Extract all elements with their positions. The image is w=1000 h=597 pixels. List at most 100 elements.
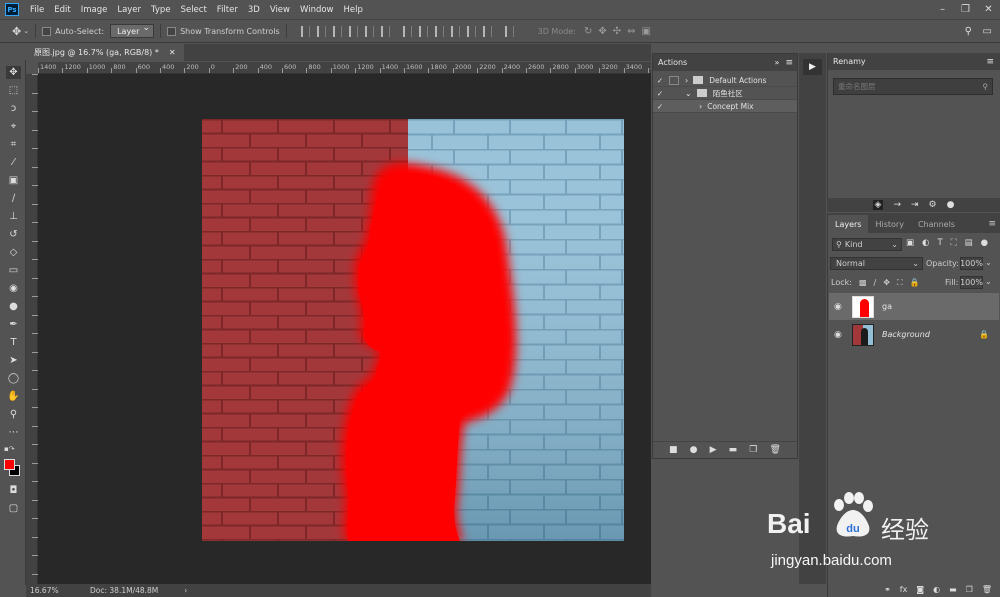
- expand-chevron-icon[interactable]: ›: [699, 102, 702, 111]
- gear-icon[interactable]: ⚙: [929, 200, 937, 210]
- rename-input[interactable]: 重命名图层 ⚲: [833, 78, 993, 95]
- visibility-eye-icon[interactable]: ◉: [834, 330, 848, 340]
- mask-icon[interactable]: ◙: [916, 585, 924, 594]
- search-icon[interactable]: ⚲: [965, 26, 972, 37]
- align-hcenter-icon[interactable]: [364, 25, 374, 37]
- link-icon[interactable]: ⚭: [884, 585, 891, 594]
- layer-name[interactable]: ga: [882, 302, 892, 311]
- new-action-icon[interactable]: ❐: [749, 445, 757, 455]
- foreground-color-swatch[interactable]: [4, 459, 15, 470]
- workspace-icon[interactable]: ▭: [983, 26, 992, 37]
- menu-edit[interactable]: Edit: [49, 5, 75, 15]
- menu-layer[interactable]: Layer: [112, 5, 146, 15]
- move-tool-icon[interactable]: ✥: [12, 25, 21, 38]
- swap-colors-icon[interactable]: ▪↷: [4, 442, 24, 455]
- lock-position-icon[interactable]: ✥: [883, 278, 890, 287]
- filter-kind-select[interactable]: ⚲ Kind ⌄: [832, 238, 902, 251]
- type-tool-button[interactable]: T: [6, 336, 21, 349]
- filter-toggle-icon[interactable]: ●: [981, 238, 988, 248]
- layer-row-background[interactable]: ◉ Background 🔒: [829, 321, 999, 348]
- minimize-button[interactable]: –: [931, 0, 954, 19]
- menu-file[interactable]: File: [25, 5, 49, 15]
- eraser-tool-button[interactable]: ◇: [6, 246, 21, 259]
- auto-select-checkbox[interactable]: [42, 26, 52, 36]
- canvas-area[interactable]: [38, 74, 651, 584]
- dialog-toggle-icon[interactable]: [669, 75, 679, 85]
- smart-object-filter-icon[interactable]: ▤: [965, 238, 973, 248]
- fx-icon[interactable]: fx: [900, 585, 908, 594]
- adjustment-filter-icon[interactable]: ◐: [922, 238, 929, 248]
- menu-view[interactable]: View: [265, 5, 295, 15]
- collapse-panel-icon[interactable]: »: [775, 58, 780, 67]
- tab-history[interactable]: History: [868, 215, 910, 233]
- trash-icon[interactable]: 🗑: [982, 585, 992, 594]
- align-vcenter-icon[interactable]: [316, 25, 326, 37]
- shape-tool-button[interactable]: ◯: [6, 372, 21, 385]
- tab-layers[interactable]: Layers: [828, 215, 869, 233]
- history-brush-tool-button[interactable]: ↺: [6, 228, 21, 241]
- close-tab-icon[interactable]: ✕: [169, 48, 176, 57]
- quick-mask-button[interactable]: ◘: [6, 484, 21, 497]
- align-bottom-icon[interactable]: [332, 25, 342, 37]
- menu-3d[interactable]: 3D: [243, 5, 265, 15]
- document-image[interactable]: [202, 119, 624, 541]
- export-icon[interactable]: ⇥: [911, 200, 919, 210]
- lock-artboard-icon[interactable]: ⛶: [897, 278, 903, 288]
- layer-row-ga[interactable]: ◉ ga: [829, 293, 999, 320]
- menu-select[interactable]: Select: [176, 5, 212, 15]
- status-arrow-icon[interactable]: ›: [184, 586, 187, 595]
- stamp-tool-button[interactable]: ⊥: [6, 210, 21, 223]
- tab-channels[interactable]: Channels: [911, 215, 962, 233]
- menu-image[interactable]: Image: [76, 5, 113, 15]
- restore-button[interactable]: ❐: [954, 0, 977, 19]
- panel-menu-icon[interactable]: ≡: [988, 215, 996, 233]
- more-tools-button[interactable]: ⋯: [6, 426, 21, 439]
- lock-all-icon[interactable]: 🔒: [910, 278, 920, 287]
- move-tool-button[interactable]: ✥: [6, 66, 21, 79]
- screen-mode-button[interactable]: ▢: [6, 502, 21, 515]
- layer-name[interactable]: Background: [882, 330, 930, 339]
- action-set-row[interactable]: ✓ ⌄ 陌鱼社区: [653, 87, 797, 100]
- menu-type[interactable]: Type: [146, 5, 176, 15]
- trash-icon[interactable]: 🗑: [769, 445, 780, 455]
- distribute-hcenter-icon[interactable]: [466, 25, 476, 37]
- fill-chevron-icon[interactable]: ⌄: [985, 277, 992, 286]
- stop-icon[interactable]: ■: [669, 445, 678, 455]
- menu-window[interactable]: Window: [295, 5, 339, 15]
- document-tab[interactable]: 原图.jpg @ 16.7% (ga, RGB/8) * ✕: [26, 44, 184, 61]
- lock-pixels-icon[interactable]: ∕: [874, 278, 877, 287]
- lock-transparency-icon[interactable]: ▩: [859, 278, 867, 287]
- auto-align-icon[interactable]: [504, 25, 514, 37]
- blur-tool-button[interactable]: ◉: [6, 282, 21, 295]
- info-icon[interactable]: ●: [947, 200, 955, 210]
- fill-input[interactable]: 100%: [960, 276, 983, 289]
- menu-filter[interactable]: Filter: [212, 5, 243, 15]
- toggle-check-icon[interactable]: ✓: [653, 102, 667, 111]
- distribute-vcenter-icon[interactable]: [418, 25, 428, 37]
- opacity-chevron-icon[interactable]: ⌄: [985, 258, 992, 267]
- record-icon[interactable]: ●: [690, 445, 698, 455]
- zoom-tool-button[interactable]: ⚲: [6, 408, 21, 421]
- shape-filter-icon[interactable]: ⛶: [951, 238, 957, 248]
- layers-panel-icon[interactable]: ◈: [872, 200, 884, 210]
- 3d-mode-icons[interactable]: ↻✥✣⇔▣: [584, 26, 657, 37]
- brush-tool-button[interactable]: ∕: [6, 192, 21, 205]
- adjustment-icon[interactable]: ◐: [933, 585, 940, 594]
- menu-help[interactable]: Help: [339, 5, 368, 15]
- type-filter-icon[interactable]: T: [937, 238, 942, 248]
- panel-menu-icon[interactable]: ≡: [986, 57, 994, 67]
- distribute-right-icon[interactable]: [482, 25, 492, 37]
- blend-mode-select[interactable]: Normal ⌄: [830, 257, 923, 270]
- marquee-tool-button[interactable]: ⬚: [6, 84, 21, 97]
- actions-panel-title[interactable]: Actions: [658, 58, 687, 67]
- folder-icon[interactable]: ▬: [949, 585, 957, 594]
- renamy-title[interactable]: Renamy: [833, 57, 866, 66]
- path-select-tool-button[interactable]: ➤: [6, 354, 21, 367]
- expand-chevron-icon[interactable]: ›: [685, 76, 688, 85]
- panel-menu-icon[interactable]: ≡: [785, 58, 793, 68]
- distribute-left-icon[interactable]: [450, 25, 460, 37]
- pen-tool-button[interactable]: ✒: [6, 318, 21, 331]
- gradient-tool-button[interactable]: ▭: [6, 264, 21, 277]
- pixel-filter-icon[interactable]: ▣: [906, 238, 914, 248]
- eyedropper-tool-button[interactable]: ⁄: [6, 156, 21, 169]
